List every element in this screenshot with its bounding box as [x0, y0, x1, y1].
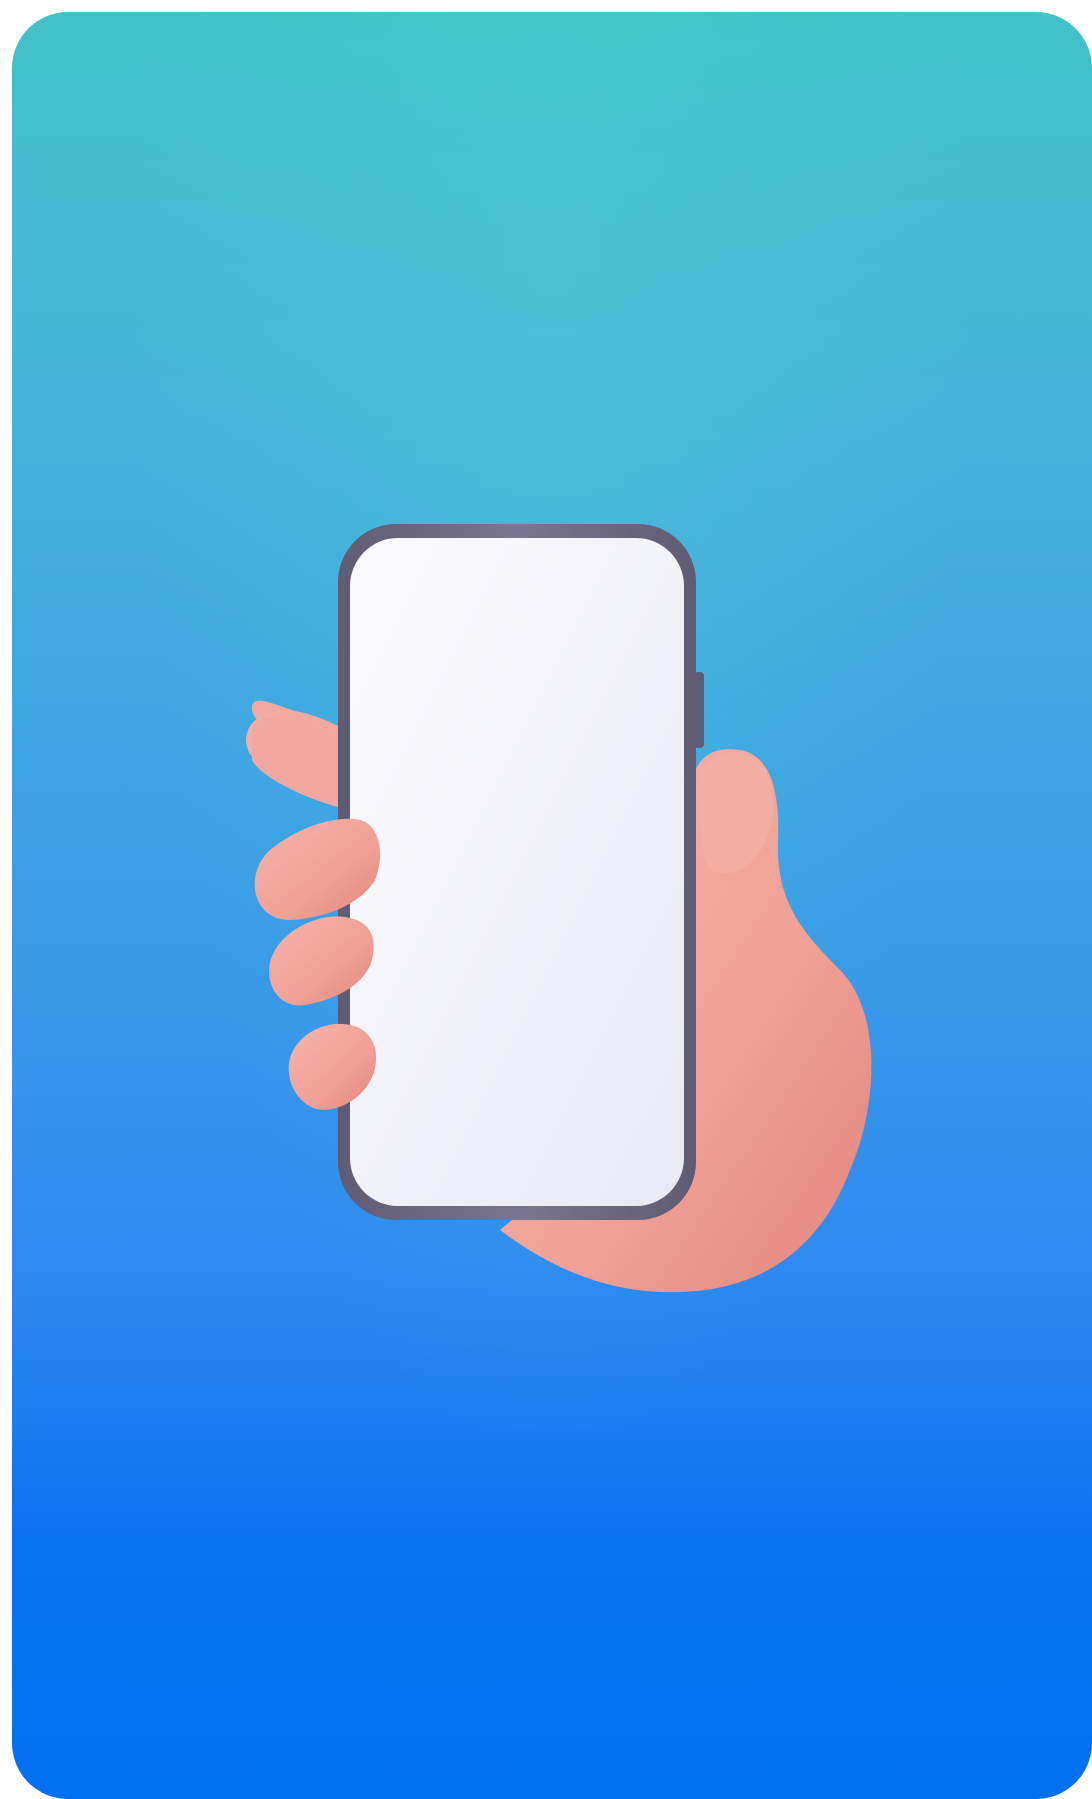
phone-side-button — [694, 672, 704, 748]
hand-holding-phone-illustration — [246, 524, 872, 1293]
phone-screen — [350, 538, 684, 1206]
